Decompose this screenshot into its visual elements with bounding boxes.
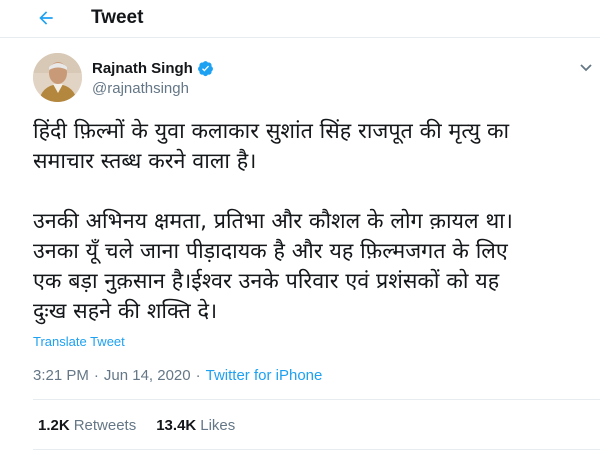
tweet-date[interactable]: Jun 14, 2020 bbox=[104, 367, 191, 384]
retweets-stat[interactable]: 1.2K Retweets bbox=[38, 417, 136, 434]
likes-stat[interactable]: 13.4K Likes bbox=[156, 417, 235, 434]
tweet-detail: Rajnath Singh @rajnathsingh हिंदी फ़िल्म… bbox=[0, 38, 600, 450]
author-handle[interactable]: @rajnathsingh bbox=[92, 80, 189, 97]
meta-separator: · bbox=[93, 367, 99, 384]
tweet-stats: 1.2K Retweets 13.4K Likes bbox=[38, 417, 255, 434]
back-button[interactable] bbox=[34, 6, 58, 30]
retweets-count: 1.2K bbox=[38, 417, 70, 434]
chevron-down-icon bbox=[580, 64, 592, 72]
page-title: Tweet bbox=[91, 7, 144, 28]
divider bbox=[33, 399, 600, 400]
tweet-metadata: 3:21 PM · Jun 14, 2020 · Twitter for iPh… bbox=[33, 367, 322, 384]
avatar-image bbox=[33, 53, 82, 102]
avatar[interactable] bbox=[33, 53, 82, 102]
meta-separator: · bbox=[195, 367, 201, 384]
likes-label: Likes bbox=[200, 417, 236, 434]
tweet-time[interactable]: 3:21 PM bbox=[33, 367, 89, 384]
author-name[interactable]: Rajnath Singh bbox=[92, 60, 214, 77]
likes-count: 13.4K bbox=[156, 417, 197, 434]
retweets-label: Retweets bbox=[73, 417, 137, 434]
tweet-source-link[interactable]: Twitter for iPhone bbox=[206, 367, 323, 384]
verified-badge-icon bbox=[197, 61, 213, 77]
tweet-text: हिंदी फ़िल्मों के युवा कलाकार सुशांत सिं… bbox=[33, 119, 513, 324]
more-options-button[interactable] bbox=[576, 57, 596, 77]
author-name-text: Rajnath Singh bbox=[92, 60, 193, 77]
top-bar: Tweet bbox=[0, 0, 600, 38]
arrow-left-icon bbox=[39, 11, 53, 25]
translate-tweet-link[interactable]: Translate Tweet bbox=[33, 334, 125, 349]
